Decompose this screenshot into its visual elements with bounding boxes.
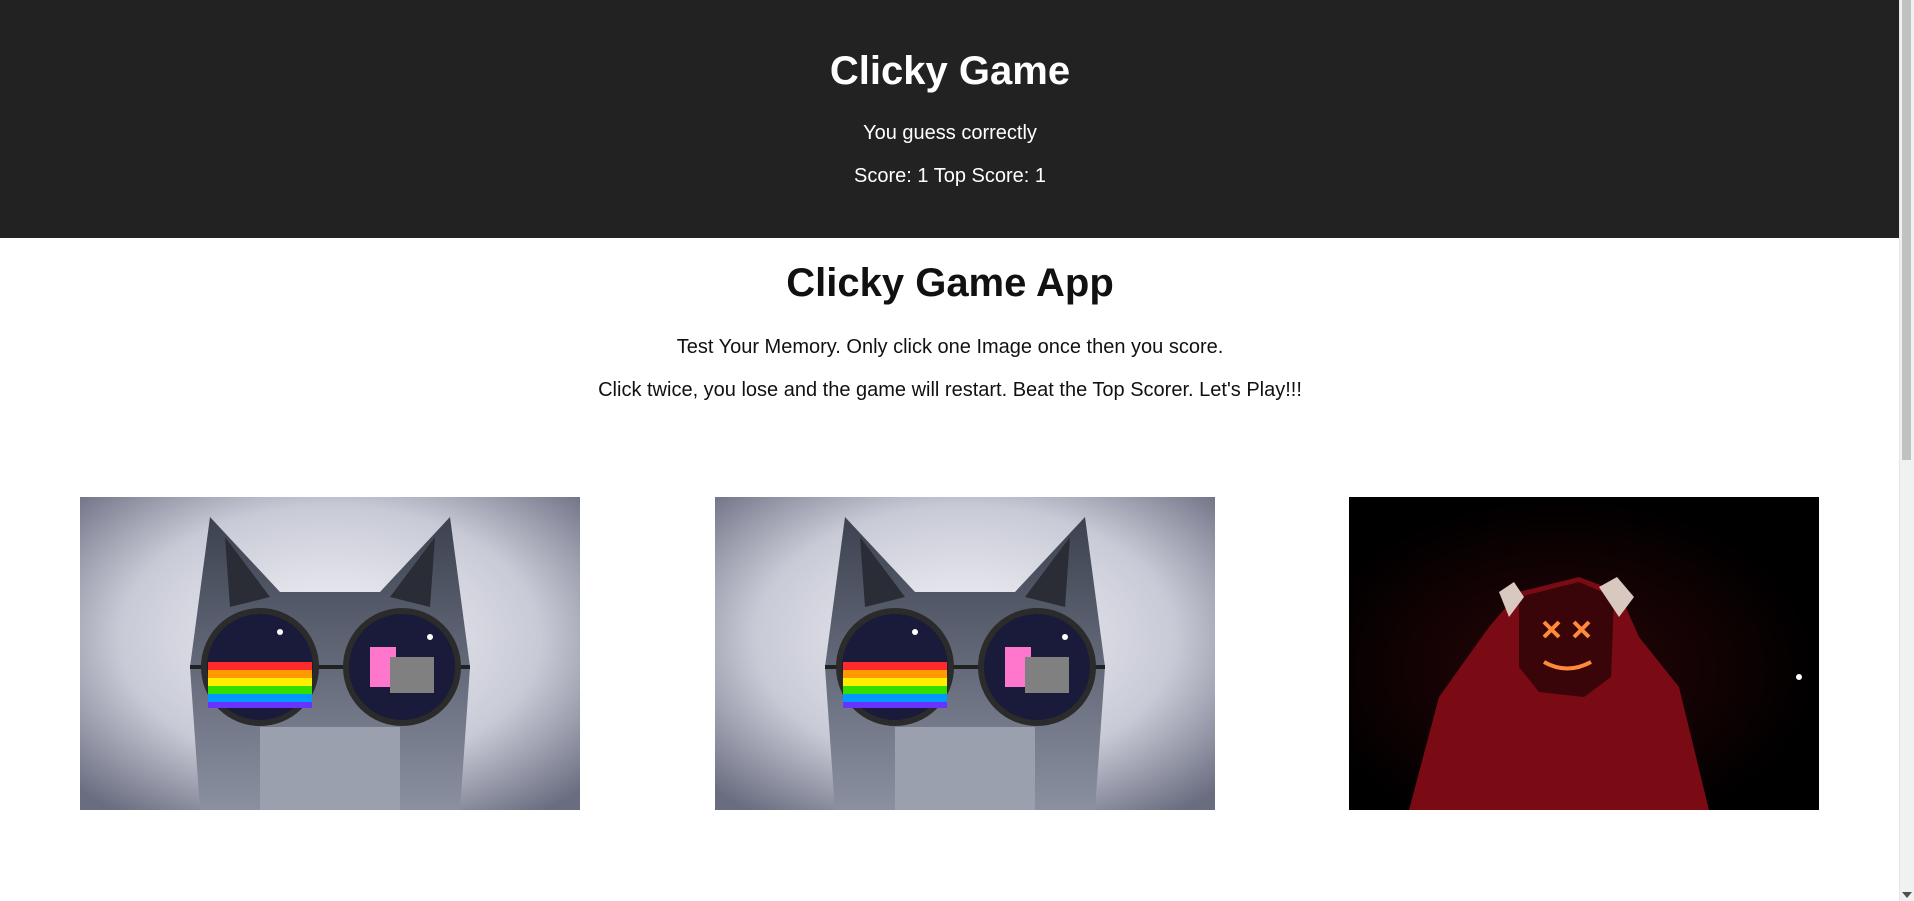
instructions-line-2: Click twice, you lose and the game will … (598, 379, 1302, 401)
navbar-title: Clicky Game (829, 49, 1071, 93)
scroll-down-icon[interactable] (1902, 892, 1912, 898)
scrollbar-thumb[interactable] (1902, 0, 1911, 460)
page-title: Clicky Game App (786, 261, 1114, 305)
page: Clicky Game You guess correctly Score: 1… (0, 0, 1914, 901)
score-display: Score: 1 Top Score: 1 (854, 165, 1046, 187)
card-hoodie[interactable] (1349, 497, 1819, 810)
red-hoodie-mask-image (1349, 497, 1819, 810)
cat-sunglasses-image (715, 497, 1215, 810)
guess-message: You guess correctly (863, 122, 1037, 144)
card-cat-1[interactable] (80, 497, 580, 810)
navbar: Clicky Game You guess correctly Score: 1… (0, 0, 1900, 238)
vertical-scrollbar[interactable] (1899, 0, 1914, 901)
cat-sunglasses-image (80, 497, 580, 810)
card-cat-2[interactable] (715, 497, 1215, 810)
instructions-line-1: Test Your Memory. Only click one Image o… (676, 336, 1224, 358)
